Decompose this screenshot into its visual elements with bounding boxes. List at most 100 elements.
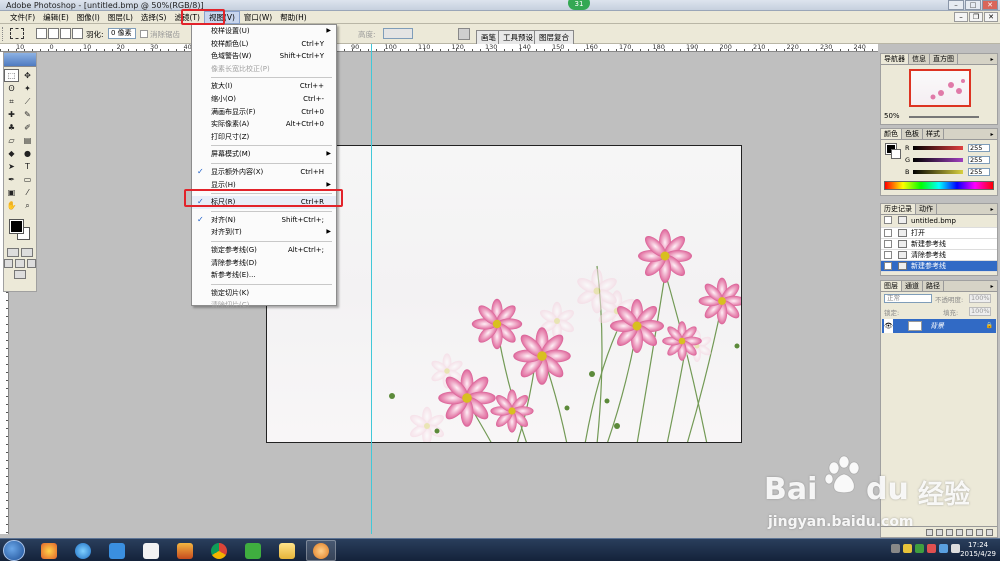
crop-tool-icon[interactable]: ⌗ [5, 96, 18, 107]
panel-menu-icon[interactable]: ▸ [987, 281, 997, 291]
doc-close-icon[interactable]: ✕ [984, 12, 998, 22]
minimize-icon[interactable]: – [948, 0, 964, 10]
menu-item-1[interactable]: 编辑(E) [39, 11, 73, 24]
channel-slider[interactable] [913, 158, 963, 162]
eyedropper-tool-icon[interactable]: ⁄ [21, 187, 34, 198]
color-spectrum[interactable] [884, 181, 994, 190]
history-step[interactable]: 清除参考线 [881, 250, 997, 261]
marquee-preset-icon[interactable] [10, 28, 24, 39]
view-menu-item[interactable]: 校样颜色(L) Ctrl+Y [192, 38, 336, 51]
clone-stamp-tool-icon[interactable]: ♣ [5, 122, 18, 133]
add-selection-icon[interactable] [48, 28, 59, 39]
gradient-tool-icon[interactable]: ▤ [21, 135, 34, 146]
full-screen-menu-icon[interactable] [15, 259, 25, 268]
full-screen-icon[interactable] [26, 259, 36, 268]
view-menu-item[interactable]: 打印尺寸(Z) [192, 131, 336, 144]
slice-tool-icon[interactable]: ⟋ [21, 96, 34, 107]
channel-value-input[interactable]: 255 [968, 144, 990, 152]
panel-menu-icon[interactable]: ▸ [987, 54, 997, 64]
tab-actions[interactable]: 动作 [916, 204, 937, 214]
view-menu-item[interactable]: 屏幕模式(M) ▶ [192, 148, 336, 161]
tray-app-icon[interactable] [915, 544, 924, 553]
taskbar-app-photoshop[interactable] [306, 540, 336, 561]
dodge-tool-icon[interactable]: ● [21, 148, 34, 159]
taskbar-app-editor[interactable] [136, 540, 166, 561]
view-menu-item[interactable]: 对齐到(T) ▶ [192, 226, 336, 239]
history-snapshot[interactable]: untitled.bmp [881, 215, 997, 228]
view-menu-item[interactable]: ✓ 显示额外内容(X) Ctrl+H [192, 166, 336, 179]
doc-minimize-icon[interactable]: – [954, 12, 968, 22]
menu-item-8[interactable]: 帮助(H) [276, 11, 311, 24]
doc-restore-icon[interactable]: ❐ [969, 12, 983, 22]
view-menu-item[interactable]: 满画布显示(F) Ctrl+0 [192, 106, 336, 119]
tab-styles[interactable]: 样式 [923, 129, 944, 139]
menu-item-0[interactable]: 文件(F) [6, 11, 39, 24]
visibility-eye-icon[interactable]: 👁 [884, 319, 893, 333]
view-menu-item[interactable]: 色域警告(W) Shift+Ctrl+Y [192, 50, 336, 63]
hand-tool-icon[interactable]: ✋ [5, 200, 18, 211]
menu-item-2[interactable]: 图像(I) [73, 11, 104, 24]
pen-tool-icon[interactable]: ✒ [5, 174, 18, 185]
opacity-input[interactable]: 100% [969, 294, 991, 303]
type-tool-icon[interactable]: T [21, 161, 34, 172]
navigator-zoom[interactable]: 50% [884, 112, 900, 120]
menu-item-7[interactable]: 窗口(W) [240, 11, 276, 24]
tab-swatches[interactable]: 色板 [902, 129, 923, 139]
tab-history[interactable]: 历史记录 [881, 204, 916, 214]
taskbar-app-chrome[interactable] [204, 540, 234, 561]
history-step[interactable]: 打开 [881, 228, 997, 239]
panel-menu-icon[interactable]: ▸ [987, 129, 997, 139]
view-menu-item[interactable]: 新参考线(E)... [192, 269, 336, 282]
shape-tool-icon[interactable]: ▭ [21, 174, 34, 185]
tab-navigator[interactable]: 导航器 [881, 54, 909, 64]
options-grip[interactable] [2, 27, 5, 41]
view-menu-item[interactable]: 缩小(O) Ctrl+- [192, 93, 336, 106]
channel-slider[interactable] [913, 146, 963, 150]
maximize-icon[interactable]: □ [965, 0, 981, 10]
snapshot-checkbox[interactable] [884, 216, 892, 224]
start-button[interactable] [3, 540, 25, 561]
view-menu-item[interactable]: 锁定参考线(G) Alt+Ctrl+; [192, 244, 336, 257]
history-brush-tool-icon[interactable]: ✐ [21, 122, 34, 133]
zoom-tool-icon[interactable]: ⌕ [21, 200, 34, 211]
marquee-tool-icon[interactable]: ⬚ [4, 69, 19, 82]
history-step[interactable]: 新建参考线 [881, 261, 997, 272]
antialias-checkbox[interactable] [140, 30, 148, 38]
lasso-tool-icon[interactable]: ʘ [5, 83, 18, 94]
taskbar-app-explorer[interactable] [272, 540, 302, 561]
history-step-checkbox[interactable] [884, 229, 892, 237]
move-tool-icon[interactable]: ✥ [21, 70, 34, 81]
feather-input[interactable]: 0 像素 [108, 28, 136, 39]
quick-mask-icon[interactable] [21, 248, 33, 257]
intersect-selection-icon[interactable] [72, 28, 83, 39]
height-input[interactable] [383, 28, 413, 39]
layer-row-background[interactable]: 👁 背景 🔒 [882, 319, 996, 333]
vertical-guide[interactable] [371, 44, 372, 534]
foreground-color[interactable] [9, 219, 24, 234]
view-menu-item[interactable]: 实际像素(A) Alt+Ctrl+0 [192, 118, 336, 131]
notes-tool-icon[interactable]: ▣ [5, 187, 18, 198]
tab-channels[interactable]: 通道 [902, 281, 923, 291]
fill-input[interactable]: 100% [969, 307, 991, 316]
tab-histogram[interactable]: 直方图 [930, 54, 958, 64]
taskbar-clock[interactable]: 17:24 2015/4/29 [960, 541, 996, 559]
view-menu-item[interactable]: 清除参考线(D) [192, 257, 336, 270]
view-menu-item[interactable]: 锁定切片(K) [192, 287, 336, 300]
tab-layer-comps[interactable]: 图层复合 [534, 30, 574, 44]
tray-app-icon[interactable] [903, 544, 912, 553]
view-menu-item[interactable]: 像素长宽比校正(P) [192, 63, 336, 76]
channel-value-input[interactable]: 255 [968, 168, 990, 176]
magic-wand-tool-icon[interactable]: ✦ [21, 83, 34, 94]
tab-paths[interactable]: 路径 [923, 281, 944, 291]
view-menu-item[interactable]: ✓ 对齐(N) Shift+Ctrl+; [192, 214, 336, 227]
blend-mode-select[interactable]: 正常 [884, 294, 932, 303]
taskbar-app-network[interactable] [102, 540, 132, 561]
standard-screen-icon[interactable] [4, 259, 14, 268]
history-step-checkbox[interactable] [884, 240, 892, 248]
tab-info[interactable]: 信息 [909, 54, 930, 64]
zoom-slider[interactable] [909, 116, 979, 118]
eraser-tool-icon[interactable]: ▱ [5, 135, 18, 146]
tray-volume-icon[interactable] [951, 544, 960, 553]
view-menu-item[interactable]: 放大(I) Ctrl++ [192, 80, 336, 93]
menu-item-3[interactable]: 图层(L) [104, 11, 137, 24]
